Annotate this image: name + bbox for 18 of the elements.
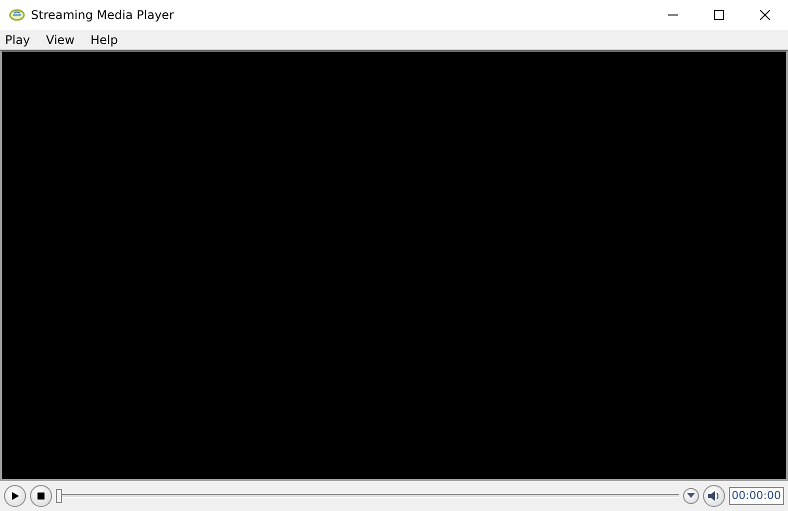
menu-item[interactable]: View (41, 30, 80, 48)
stop-icon (36, 491, 46, 501)
caret-icon (686, 493, 695, 499)
play-icon (10, 491, 20, 501)
stop-button[interactable] (30, 485, 52, 507)
close-icon (760, 10, 770, 20)
slider-thumb[interactable] (56, 489, 62, 503)
speaker-icon (706, 490, 721, 502)
seek-slider[interactable] (56, 489, 679, 503)
maximize-icon (714, 10, 724, 20)
app-icon (9, 9, 25, 21)
menu-item[interactable]: Play (0, 30, 36, 48)
time-display: 00:00:00 (728, 486, 784, 506)
menu-item[interactable]: Help (86, 30, 123, 48)
volume-button[interactable] (702, 485, 725, 507)
play-button[interactable] (4, 485, 26, 507)
dropdown-button[interactable] (682, 488, 699, 504)
window-title: Streaming Media Player (31, 7, 174, 24)
